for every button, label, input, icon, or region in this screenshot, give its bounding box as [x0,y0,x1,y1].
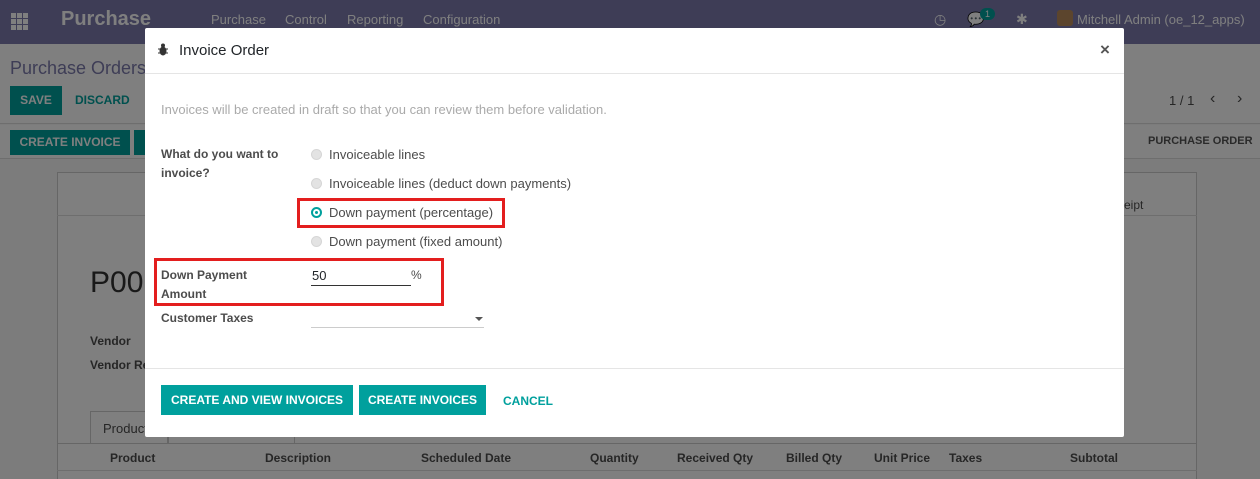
close-icon[interactable]: × [1100,40,1110,60]
radio-label[interactable]: Invoiceable lines [329,147,425,162]
divider [145,368,1124,369]
highlight-box [297,198,505,228]
create-invoices-button[interactable]: CREATE INVOICES [359,385,486,415]
radio-label[interactable]: Invoiceable lines (deduct down payments) [329,176,571,191]
radio-invoiceable-lines[interactable] [311,149,322,160]
customer-taxes-select[interactable] [311,327,484,328]
caret-down-icon[interactable] [475,317,483,321]
bug-icon [158,43,168,56]
customer-taxes-label: Customer Taxes [161,311,254,325]
dialog-header: Invoice Order × [145,28,1124,74]
radio-label[interactable]: Down payment (fixed amount) [329,234,502,249]
cancel-button[interactable]: CANCEL [503,394,553,408]
radio-invoiceable-lines-deduct[interactable] [311,178,322,189]
highlight-box [154,258,444,306]
radio-down-payment-fixed[interactable] [311,236,322,247]
dialog-intro-text: Invoices will be created in draft so tha… [161,102,607,117]
dialog-title: Invoice Order [179,42,270,59]
invoice-order-dialog: Invoice Order × Invoices will be created… [145,28,1124,437]
invoice-type-label: What do you want to invoice? [161,147,279,180]
create-and-view-invoices-button[interactable]: CREATE AND VIEW INVOICES [161,385,353,415]
